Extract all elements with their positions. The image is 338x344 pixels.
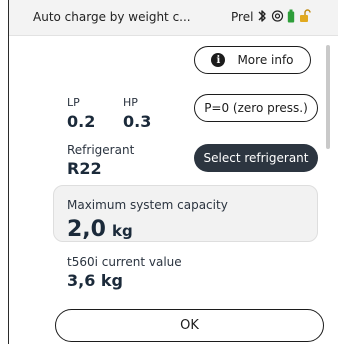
hp-value: 0.3: [123, 112, 152, 131]
capacity-value-group: 2,0 kg: [67, 217, 133, 242]
bluetooth-icon: [258, 10, 266, 22]
refrigerant-label: Refrigerant: [67, 143, 135, 157]
scrollbar[interactable]: [326, 45, 330, 149]
ok-label: OK: [180, 318, 199, 333]
lp-value: 0.2: [67, 112, 96, 131]
capacity-value: 2,0: [67, 217, 106, 242]
more-info-label: More info: [237, 53, 294, 67]
capacity-card: Maximum system capacity 2,0 kg: [53, 185, 318, 242]
lock-icon: [300, 9, 311, 22]
device-frame-edge: [0, 0, 9, 344]
header-bar: Auto charge by weight c... Prel: [9, 0, 338, 36]
lp-label: LP: [67, 96, 80, 109]
current-value: 3,6 kg: [67, 271, 124, 290]
gps-icon: [271, 10, 284, 22]
refrigerant-value: R22: [67, 159, 102, 178]
screen: Auto charge by weight c... Prel i More i…: [9, 0, 338, 344]
current-value-label: t560i current value: [67, 255, 182, 269]
zero-pressure-label: P=0 (zero press.): [204, 101, 308, 115]
select-refrigerant-button[interactable]: Select refrigerant: [194, 144, 318, 172]
capacity-label: Maximum system capacity: [67, 198, 228, 212]
zero-pressure-button[interactable]: P=0 (zero press.): [194, 94, 318, 122]
ok-button[interactable]: OK: [55, 309, 324, 342]
hp-label: HP: [123, 96, 138, 109]
battery-icon: [287, 9, 295, 23]
select-refrigerant-label: Select refrigerant: [203, 151, 309, 165]
header-prel-label: Prel: [231, 10, 254, 24]
info-icon: i: [211, 53, 226, 67]
more-info-button[interactable]: i More info: [194, 46, 311, 74]
header-title: Auto charge by weight c...: [33, 10, 191, 24]
capacity-unit: kg: [111, 222, 133, 240]
